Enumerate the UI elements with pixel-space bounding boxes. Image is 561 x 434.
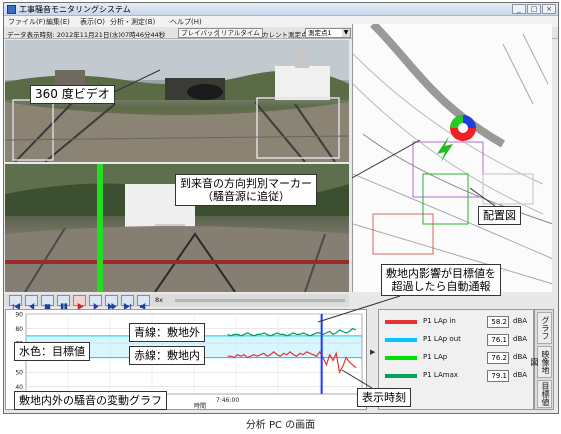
legend-swatch — [385, 338, 417, 342]
callout-marker: 到来音の方向判別マーカー （騒音源に追従） — [175, 174, 317, 206]
window-title: 工事騒音モニタリングシステム — [19, 5, 131, 14]
seek-bar[interactable] — [175, 299, 345, 302]
tab-graph[interactable]: グラフ — [537, 312, 552, 344]
legend-value: 76.1 — [487, 334, 509, 346]
point-select-value: 測定点1 — [308, 29, 332, 37]
stop-icon[interactable] — [41, 295, 54, 310]
close-button[interactable]: × — [542, 4, 556, 14]
display-time-text: データ表示時刻: 2012年11月21日(水)07時46分44秒 — [7, 31, 166, 39]
legend-swatch — [385, 320, 417, 324]
callout-marker-line1: 到来音の方向判別マーカー — [180, 177, 312, 190]
map-drawing: · — [353, 24, 552, 292]
step-back-icon[interactable] — [25, 295, 38, 311]
legend-swatch — [385, 374, 417, 378]
legend-unit: dBA — [513, 353, 528, 361]
maximize-button[interactable]: □ — [527, 4, 541, 14]
legend-value: 58.2 — [487, 316, 509, 328]
callout-layout: 配置図 — [478, 206, 521, 225]
y-tick-label: 90 — [15, 312, 23, 319]
legend-row-lap[interactable]: P1 LAp 76.2 dBA — [383, 350, 533, 366]
fast-forward-icon[interactable] — [105, 295, 118, 311]
callout-red-line: 赤線：敷地内 — [129, 346, 205, 365]
callout-blue-line: 青線：敷地外 — [129, 323, 205, 342]
panel-toggle-icon[interactable]: ▶ — [370, 348, 375, 356]
legend-name: P1 LAp — [423, 353, 448, 361]
side-tabs: グラフ 映像地図 目標値 — [530, 309, 554, 410]
menu-edit[interactable]: 編集(E) — [46, 17, 70, 27]
legend-name: P1 LAp in — [423, 317, 456, 325]
callout-marker-line2: （騒音源に追従） — [202, 190, 290, 203]
volume-icon[interactable] — [137, 295, 150, 311]
skip-start-icon[interactable] — [9, 295, 22, 310]
legend-value: 79.1 — [487, 370, 509, 382]
legend-value: 76.2 — [487, 352, 509, 364]
legend-unit: dBA — [513, 371, 528, 379]
figure-caption: 分析 PC の画面 — [245, 420, 316, 431]
legend-row-out[interactable]: P1 LAp out 76.1 dBA — [383, 332, 533, 348]
callout-notify-line1: 敷地内影響が目標値を — [386, 267, 496, 280]
legend-name: P1 LAp out — [423, 335, 461, 343]
pause-icon[interactable] — [57, 295, 70, 310]
legend-row-lamax[interactable]: P1 LAmax 79.1 dBA — [383, 368, 533, 384]
callout-notify: 敷地内影響が目標値を 超過したら自動通報 — [381, 264, 501, 296]
series-line-outside — [227, 327, 357, 337]
y-tick-label: 80 — [15, 326, 23, 333]
callout-video: 360 度ビデオ — [30, 85, 115, 104]
menu-analysis[interactable]: 分析・測定(B) — [110, 17, 155, 27]
legend-name: P1 LAmax — [423, 371, 458, 379]
direction-marker — [97, 164, 103, 292]
legend-swatch — [385, 356, 417, 360]
play-icon[interactable] — [73, 295, 86, 310]
menu-view[interactable]: 表示(O) — [80, 17, 105, 27]
current-point-label: カレント測定点 — [262, 31, 308, 39]
playback-controls: 8x — [5, 294, 349, 311]
menu-help[interactable]: ヘルプ(H) — [170, 17, 202, 27]
minimize-button[interactable]: _ — [512, 4, 526, 14]
chevron-down-icon: ▼ — [342, 29, 350, 37]
playback-button[interactable]: プレイバック — [178, 28, 223, 38]
realtime-button[interactable]: リアルタイム — [218, 28, 263, 38]
callout-time: 表示時刻 — [357, 388, 411, 407]
point-select[interactable]: 測定点1 ▼ — [305, 28, 351, 38]
x-tick-label: 7:46:00 — [216, 397, 239, 404]
x-axis-label: 時間 — [194, 402, 206, 409]
legend-row-in[interactable]: P1 LAp in 58.2 dBA — [383, 314, 533, 330]
legend-unit: dBA — [513, 317, 528, 325]
tab-video-map[interactable]: 映像地図 — [530, 346, 552, 378]
callout-cyan-line: 水色：目標値 — [14, 342, 90, 361]
step-forward-icon[interactable] — [89, 295, 102, 311]
skip-end-icon[interactable] — [121, 295, 134, 310]
svg-text:·: · — [503, 269, 505, 276]
callout-notify-line2: 超過したら自動通報 — [391, 280, 491, 293]
speed-label: 8x — [155, 296, 163, 304]
menu-file[interactable]: ファイル(F) — [8, 17, 46, 27]
site-layout-map[interactable]: · — [352, 24, 552, 292]
tab-target[interactable]: 目標値 — [537, 380, 552, 408]
legend-unit: dBA — [513, 335, 528, 343]
title-bar: 工事騒音モニタリングシステム _ □ × — [4, 3, 558, 16]
app-icon — [7, 5, 16, 14]
y-tick-label: 50 — [15, 370, 23, 377]
callout-graph: 敷地内外の騒音の変動グラフ — [14, 391, 167, 410]
